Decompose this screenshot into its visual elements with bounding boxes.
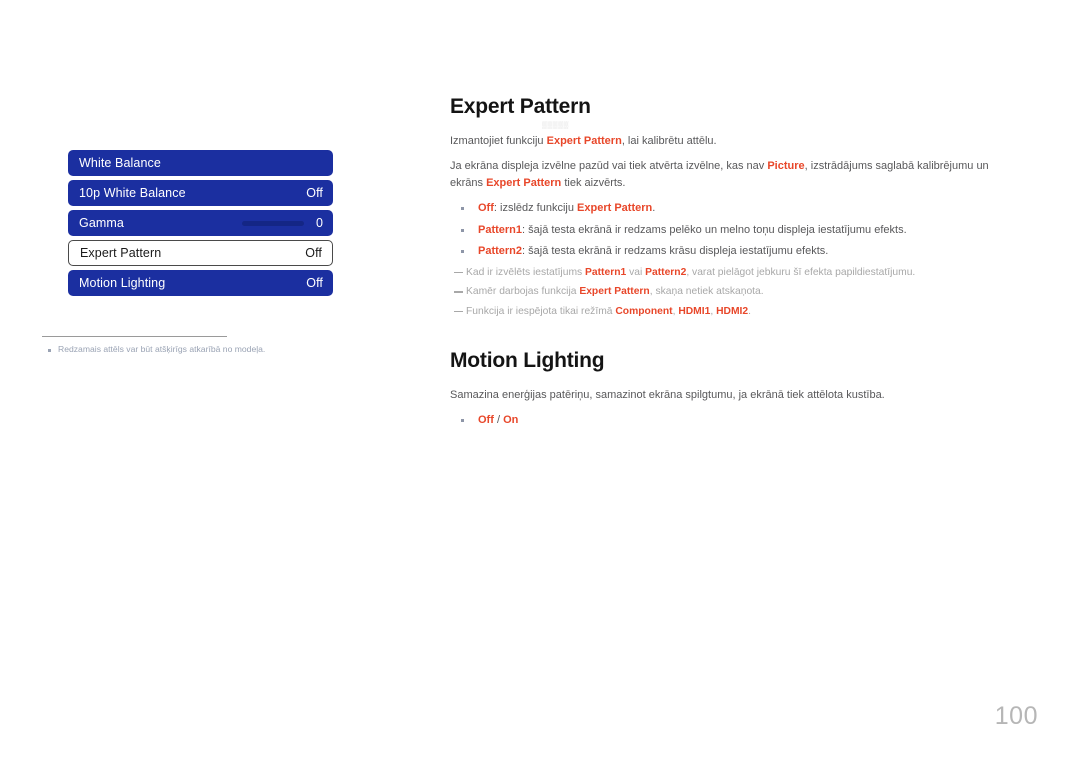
expert-pattern-option-list: Off: izslēdz funkciju Expert Pattern. Pa… — [450, 200, 1015, 260]
note-part4: . — [748, 305, 752, 317]
page-title-expert-pattern: Expert Pattern — [450, 95, 591, 118]
bullet-text: Pattern1: šajā testa ekrānā ir redzams p… — [478, 222, 1015, 239]
motion-lighting-option-list: Off / On — [450, 412, 1015, 429]
note-text: Kamēr darbojas funkcija Expert Pattern, … — [466, 284, 1015, 299]
motion-lighting-paragraph: Samazina enerģijas patēriņu, samazinot e… — [450, 389, 885, 402]
bullet-keyword: Off — [478, 202, 494, 215]
note-keyword-1: Pattern1 — [585, 266, 627, 278]
note-keyword-component: Component — [615, 305, 673, 317]
osd-row-gamma[interactable]: Gamma 0 — [68, 210, 333, 236]
bullet-text: Pattern2: šajā testa ekrānā ir redzams k… — [478, 243, 1015, 260]
note-part1: Kad ir izvēlēts iestatījums — [466, 266, 586, 278]
osd-row-label: Expert Pattern — [80, 246, 162, 260]
osd-row-value: Off — [306, 276, 323, 290]
bullet-text: Off: izslēdz funkciju Expert Pattern. — [478, 200, 1015, 217]
osd-row-label: 10p White Balance — [79, 186, 186, 200]
osd-row-value: 0 — [315, 216, 323, 230]
bullet-keyword-2: Expert Pattern — [577, 202, 653, 215]
intro-prefix: Izmantojiet funkciju — [450, 135, 547, 148]
bullet-keyword: Pattern2 — [478, 245, 523, 258]
bullet-square-icon — [461, 419, 464, 423]
note-dash-icon — [454, 271, 463, 274]
gamma-slider[interactable] — [241, 220, 304, 226]
bullet-square-icon — [48, 349, 51, 352]
expert-pattern-intro-paragraph: Izmantojiet funkciju Expert Pattern, lai… — [450, 133, 1015, 150]
bullet-body: : izslēdz funkciju — [493, 202, 578, 215]
note-part1: Kamēr darbojas funkcija — [466, 286, 580, 298]
footnote-divider — [42, 336, 227, 337]
list-item: Off / On — [450, 412, 1015, 429]
osd-row-white-balance[interactable]: White Balance — [68, 150, 333, 176]
illustration-footnote: Redzamais attēls var būt atšķirīgs atkar… — [42, 336, 332, 356]
list-item: Pattern2: šajā testa ekrānā ir redzams k… — [450, 243, 1015, 260]
page-number: 100 — [994, 702, 1038, 730]
osd-row-value: Off — [305, 246, 322, 260]
note-part2: vai — [626, 266, 646, 278]
bullet-square-icon — [461, 228, 464, 232]
option-separator: / — [493, 414, 504, 427]
para2-part3: tiek aizvērts. — [561, 177, 626, 190]
osd-row-expert-pattern[interactable]: Expert Pattern Off — [68, 240, 333, 266]
note-line: Funkcija ir iespējota tikai režīmā Compo… — [450, 304, 1015, 319]
list-item: Off: izslēdz funkciju Expert Pattern. — [450, 200, 1015, 217]
bullet-body: : šajā testa ekrānā ir redzams krāsu dis… — [522, 245, 829, 258]
osd-row-label: White Balance — [79, 156, 161, 170]
osd-menu: White Balance 10p White Balance Off Gamm… — [68, 150, 333, 296]
note-text: Kad ir izvēlēts iestatījums Pattern1 vai… — [466, 265, 1015, 280]
bullet-body: : šajā testa ekrānā ir redzams pelēko un… — [522, 223, 907, 236]
bullet-text: Off / On — [478, 412, 1015, 429]
note-keyword-1: Expert Pattern — [579, 286, 650, 298]
render-artifact: ▒▒▒▒▒ — [542, 122, 569, 129]
note-part3: , varat pielāgot jebkuru šī efekta papil… — [686, 266, 916, 278]
option-off: Off — [478, 414, 494, 427]
note-keyword-hdmi2: HDMI2 — [716, 305, 749, 317]
content-column: Expert Pattern ▒▒▒▒▒ Izmantojiet funkcij… — [450, 95, 1015, 434]
note-part2: , skaņa netiek atskaņota. — [649, 286, 764, 298]
note-keyword-2: Pattern2 — [645, 266, 687, 278]
expert-pattern-second-paragraph: Ja ekrāna displeja izvēlne pazūd vai tie… — [450, 158, 1015, 192]
note-text: Funkcija ir iespējota tikai režīmā Compo… — [466, 304, 1015, 319]
option-on: On — [503, 414, 519, 427]
footnote-line: Redzamais attēls var būt atšķirīgs atkar… — [42, 344, 332, 356]
para2-keyword-picture: Picture — [767, 160, 805, 173]
footnote-text: Redzamais attēls var būt atšķirīgs atkar… — [58, 344, 266, 354]
bullet-tail: . — [652, 202, 656, 215]
page-title-motion-lighting: Motion Lighting — [450, 349, 605, 373]
note-dash-icon — [454, 310, 463, 313]
expert-pattern-notes: Kad ir izvēlēts iestatījums Pattern1 vai… — [450, 265, 1015, 319]
para2-part1: Ja ekrāna displeja izvēlne pazūd vai tie… — [450, 160, 768, 173]
note-line: Kad ir izvēlēts iestatījums Pattern1 vai… — [450, 265, 1015, 280]
osd-menu-illustration: White Balance 10p White Balance Off Gamm… — [40, 150, 340, 300]
osd-row-10p-white-balance[interactable]: 10p White Balance Off — [68, 180, 333, 206]
note-part1: Funkcija ir iespējota tikai režīmā — [466, 305, 616, 317]
para2-keyword-expert-pattern: Expert Pattern — [486, 177, 562, 190]
note-line: Kamēr darbojas funkcija Expert Pattern, … — [450, 284, 1015, 299]
note-dash-icon — [454, 291, 463, 293]
osd-row-label: Gamma — [79, 216, 124, 230]
bullet-square-icon — [461, 207, 464, 211]
bullet-keyword: Pattern1 — [478, 223, 523, 236]
intro-suffix: , lai kalibrētu attēlu. — [621, 135, 717, 148]
list-item: Pattern1: šajā testa ekrānā ir redzams p… — [450, 222, 1015, 239]
bullet-square-icon — [461, 250, 464, 254]
osd-row-motion-lighting[interactable]: Motion Lighting Off — [68, 270, 333, 296]
osd-row-value: Off — [306, 186, 323, 200]
intro-keyword: Expert Pattern — [546, 135, 622, 148]
note-keyword-hdmi1: HDMI1 — [678, 305, 711, 317]
osd-row-label: Motion Lighting — [79, 276, 166, 290]
